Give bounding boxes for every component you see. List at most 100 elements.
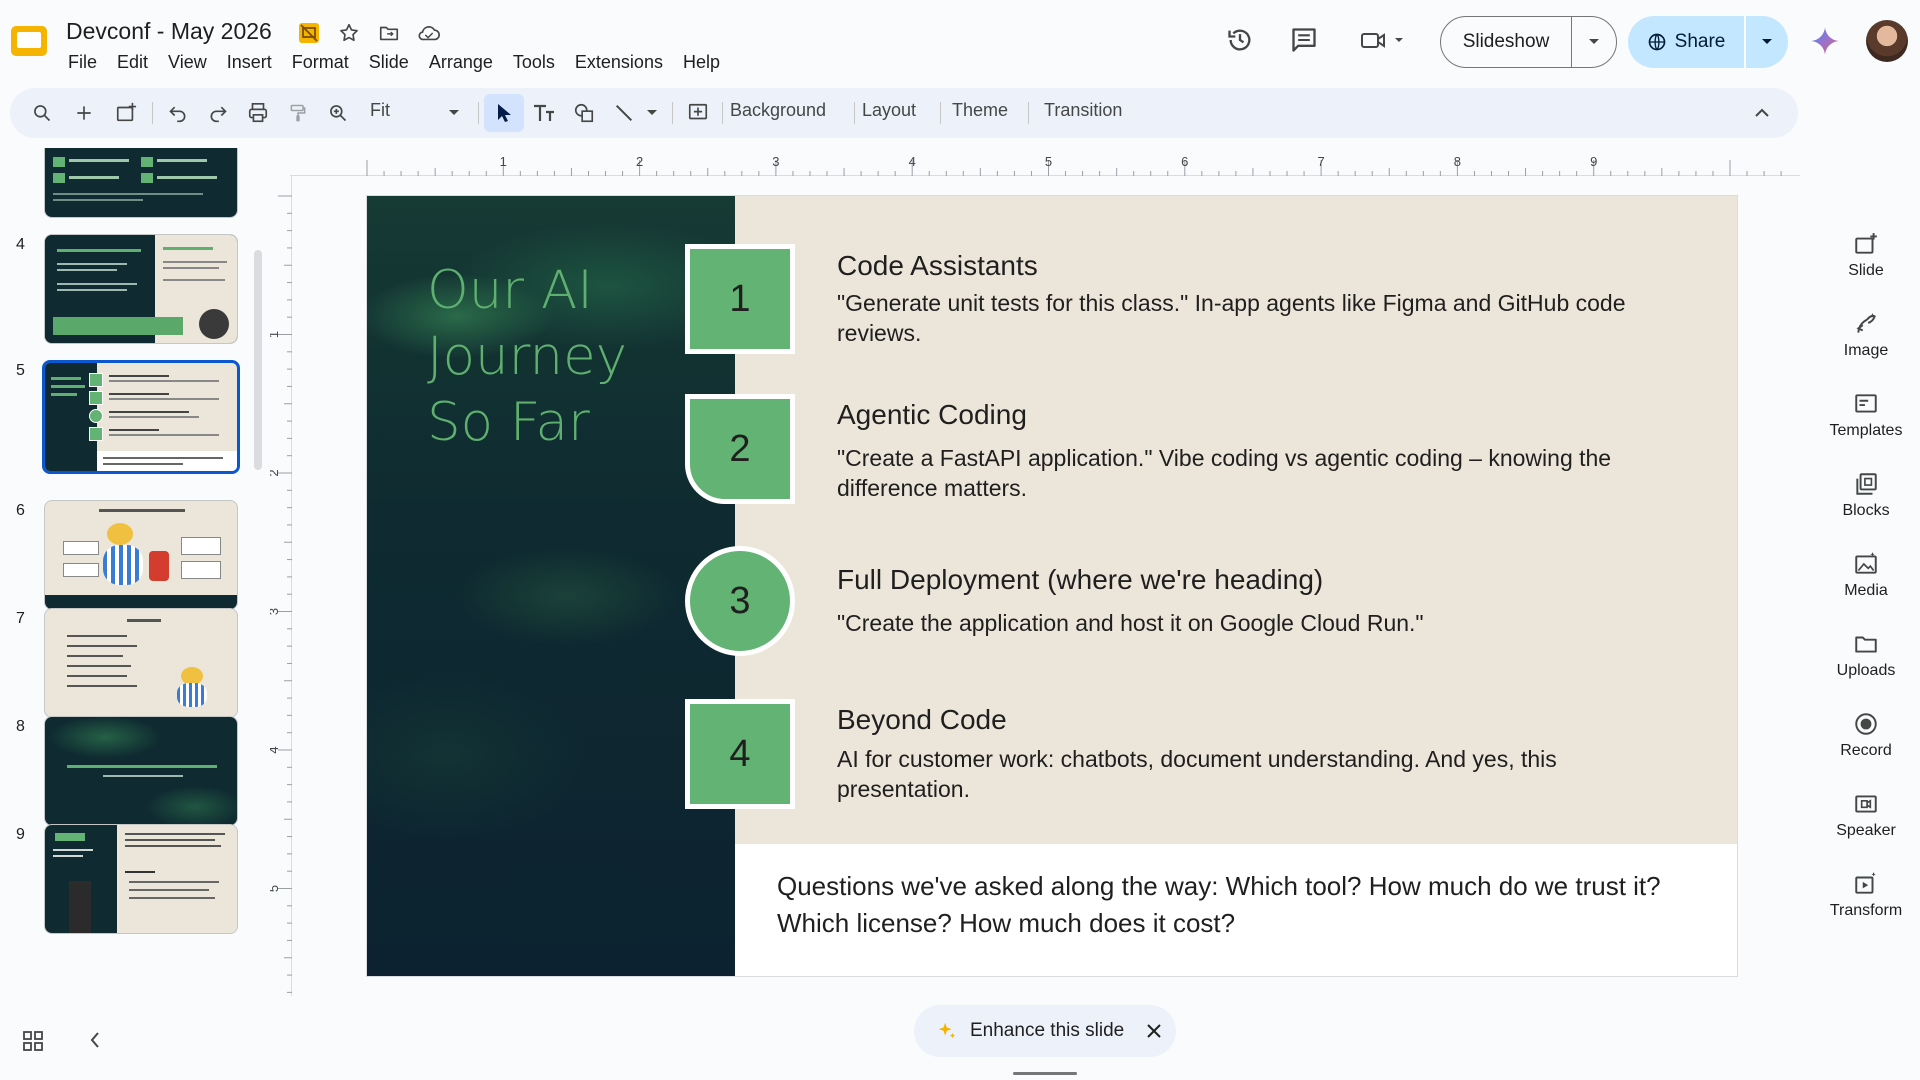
ruler-label: 9 <box>1590 154 1597 169</box>
slide-number: 4 <box>16 236 25 253</box>
paint-format-icon[interactable] <box>282 97 314 129</box>
comment-add-icon[interactable] <box>682 97 714 129</box>
slide-thumbnail[interactable] <box>44 716 238 826</box>
item-title[interactable]: Code Assistants <box>837 250 1038 282</box>
filmstrip-scrollbar[interactable] <box>254 250 262 470</box>
select-tool-icon[interactable] <box>484 94 524 132</box>
item-title[interactable]: Full Deployment (where we're heading) <box>837 564 1323 596</box>
ruler-label: 5 <box>270 885 281 892</box>
grid-view-icon[interactable] <box>22 1030 44 1052</box>
slide-number: 9 <box>16 826 25 843</box>
text-box-icon[interactable] <box>528 97 560 129</box>
side-item-templates[interactable]: Templates <box>1812 390 1920 440</box>
menu-insert[interactable]: Insert <box>217 50 282 75</box>
enhance-slide-chip[interactable]: Enhance this slide <box>914 1005 1176 1057</box>
main-toolbar: Fit Background Layout Theme Transition <box>10 88 1798 138</box>
shape-icon[interactable] <box>568 97 600 129</box>
share-dropdown-chevron-icon[interactable] <box>1746 16 1788 68</box>
search-menus-icon[interactable] <box>26 97 58 129</box>
collapse-filmstrip-chevron-icon[interactable] <box>88 1030 102 1050</box>
media-icon <box>1852 550 1880 578</box>
share-label: Share <box>1674 31 1726 52</box>
menu-slide[interactable]: Slide <box>359 50 419 75</box>
step-number-box[interactable]: 4 <box>685 699 795 809</box>
zoom-level[interactable]: Fit <box>370 100 390 121</box>
slide-canvas[interactable]: Our AI Journey So Far 1 Code Assistants … <box>367 196 1737 976</box>
zoom-dropdown-chevron-icon[interactable] <box>438 97 470 129</box>
step-number-box[interactable]: 2 <box>685 394 795 504</box>
ruler-label: 1 <box>270 331 281 338</box>
slide-thumbnail[interactable] <box>44 148 238 218</box>
step-number-box[interactable]: 3 <box>685 546 795 656</box>
menu-help[interactable]: Help <box>673 50 730 75</box>
slide-thumbnail[interactable] <box>44 500 238 610</box>
slideshow-button[interactable]: Slideshow <box>1440 16 1617 68</box>
vertical-ruler: 1 2 3 4 5 <box>270 176 292 996</box>
horizontal-ruler: 1 2 3 4 5 6 7 8 9 <box>290 148 1800 176</box>
transition-button[interactable]: Transition <box>1044 100 1122 121</box>
slide-question-text[interactable]: Questions we've asked along the way: Whi… <box>777 868 1707 942</box>
slideshow-dropdown-chevron-icon[interactable] <box>1572 17 1616 67</box>
side-item-image[interactable]: Image <box>1812 310 1920 360</box>
print-icon[interactable] <box>242 97 274 129</box>
globe-icon <box>1647 32 1667 52</box>
slide-thumbnail[interactable] <box>44 608 238 718</box>
share-button[interactable]: Share <box>1628 16 1788 68</box>
menu-view[interactable]: View <box>158 50 217 75</box>
gemini-icon[interactable] <box>1810 26 1840 56</box>
slide-title[interactable]: Our AI Journey So Far <box>427 258 687 456</box>
side-item-transform[interactable]: Transform <box>1812 870 1920 920</box>
item-title[interactable]: Agentic Coding <box>837 399 1027 431</box>
theme-button[interactable]: Theme <box>952 100 1008 121</box>
slide-thumbnail[interactable] <box>44 824 238 934</box>
speaker-icon <box>1852 790 1880 818</box>
side-item-record[interactable]: Record <box>1812 710 1920 760</box>
slide-thumbnail[interactable] <box>44 234 238 344</box>
item-description[interactable]: "Create a FastAPI application." Vibe cod… <box>837 443 1657 503</box>
line-dropdown-chevron-icon[interactable] <box>636 97 668 129</box>
version-history-icon[interactable] <box>1224 24 1256 56</box>
insert-slide-icon[interactable] <box>110 97 142 129</box>
redo-icon[interactable] <box>202 97 234 129</box>
account-avatar[interactable] <box>1866 20 1908 62</box>
comments-icon[interactable] <box>1288 24 1320 56</box>
document-title[interactable]: Devconf - May 2026 <box>66 18 272 45</box>
slide-thumbnail-selected[interactable] <box>42 360 240 474</box>
item-title[interactable]: Beyond Code <box>837 704 1007 736</box>
item-description[interactable]: "Create the application and host it on G… <box>837 608 1657 638</box>
move-folder-icon[interactable] <box>376 20 402 46</box>
slideshow-label[interactable]: Slideshow <box>1441 17 1572 67</box>
item-description[interactable]: AI for customer work: chatbots, document… <box>837 744 1657 804</box>
menu-tools[interactable]: Tools <box>503 50 565 75</box>
menu-extensions[interactable]: Extensions <box>565 50 673 75</box>
templates-icon <box>1852 390 1880 418</box>
item-description[interactable]: "Generate unit tests for this class." In… <box>837 288 1657 348</box>
side-item-blocks[interactable]: Blocks <box>1812 470 1920 520</box>
menu-file[interactable]: File <box>58 50 107 75</box>
close-icon[interactable] <box>1146 1023 1162 1039</box>
menu-format[interactable]: Format <box>282 50 359 75</box>
side-item-uploads[interactable]: Uploads <box>1812 630 1920 680</box>
meet-icon[interactable] <box>1358 24 1408 56</box>
side-item-slide[interactable]: Slide <box>1812 230 1920 280</box>
folder-icon <box>1852 630 1880 658</box>
step-number-box[interactable]: 1 <box>685 244 795 354</box>
cloud-saved-icon[interactable] <box>416 20 442 46</box>
menu-arrange[interactable]: Arrange <box>419 50 503 75</box>
zoom-icon[interactable] <box>322 97 354 129</box>
layout-button[interactable]: Layout <box>862 100 916 121</box>
side-item-speaker[interactable]: Speaker <box>1812 790 1920 840</box>
side-item-media[interactable]: Media <box>1812 550 1920 600</box>
menu-edit[interactable]: Edit <box>107 50 158 75</box>
slides-logo-icon[interactable] <box>8 20 50 62</box>
new-slide-plus-icon[interactable] <box>68 97 100 129</box>
undo-icon[interactable] <box>162 97 194 129</box>
collapse-toolbar-chevron-up-icon[interactable] <box>1746 97 1778 129</box>
star-icon[interactable] <box>336 20 362 46</box>
slide-number: 7 <box>16 610 25 627</box>
slides-badge-icon[interactable] <box>296 20 322 46</box>
background-button[interactable]: Background <box>730 100 826 121</box>
transform-icon <box>1852 870 1880 898</box>
ruler-label: 6 <box>1181 154 1188 169</box>
speaker-notes-handle[interactable] <box>1013 1072 1077 1075</box>
